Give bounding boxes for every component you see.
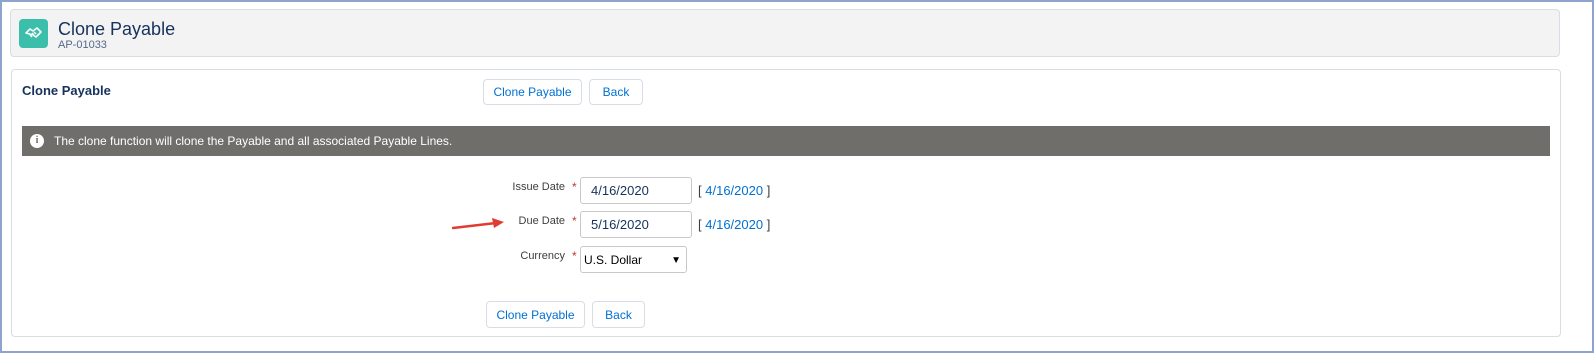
back-button-top[interactable]: Back [589, 79, 643, 105]
currency-select[interactable]: U.S. Dollar ▼ [580, 246, 687, 273]
required-marker: * [572, 249, 577, 263]
currency-value: U.S. Dollar [584, 253, 643, 267]
clone-card: Clone Payable Clone Payable Back i The c… [11, 69, 1561, 337]
currency-label: Currency [520, 250, 565, 262]
info-icon: i [30, 134, 44, 148]
info-banner: i The clone function will clone the Paya… [22, 126, 1550, 156]
required-marker: * [572, 180, 577, 194]
card-title: Clone Payable [22, 83, 111, 98]
page-title: Clone Payable [58, 19, 176, 39]
due-date-link[interactable]: 4/16/2020 [705, 217, 763, 232]
clone-payable-button-bottom[interactable]: Clone Payable [486, 301, 585, 328]
record-number: AP-01033 [58, 39, 107, 51]
due-date-today: [ 4/16/2020 ] [698, 217, 771, 232]
clone-payable-button-top[interactable]: Clone Payable [483, 79, 582, 105]
info-message: The clone function will clone the Payabl… [54, 134, 453, 148]
annotation-arrow-icon [452, 218, 504, 230]
page-header: Clone Payable AP-01033 [10, 9, 1560, 57]
handshake-icon [19, 19, 48, 48]
issue-date-field[interactable]: 4/16/2020 [580, 177, 692, 204]
back-button-bottom[interactable]: Back [592, 301, 645, 328]
issue-date-today: [ 4/16/2020 ] [698, 183, 771, 198]
issue-date-label: Issue Date [512, 181, 565, 193]
required-marker: * [572, 214, 577, 228]
dropdown-caret-icon: ▼ [671, 255, 681, 266]
window-frame: Clone Payable AP-01033 Clone Payable Clo… [0, 0, 1594, 353]
due-date-field[interactable]: 5/16/2020 [580, 211, 692, 238]
issue-date-link[interactable]: 4/16/2020 [705, 183, 763, 198]
